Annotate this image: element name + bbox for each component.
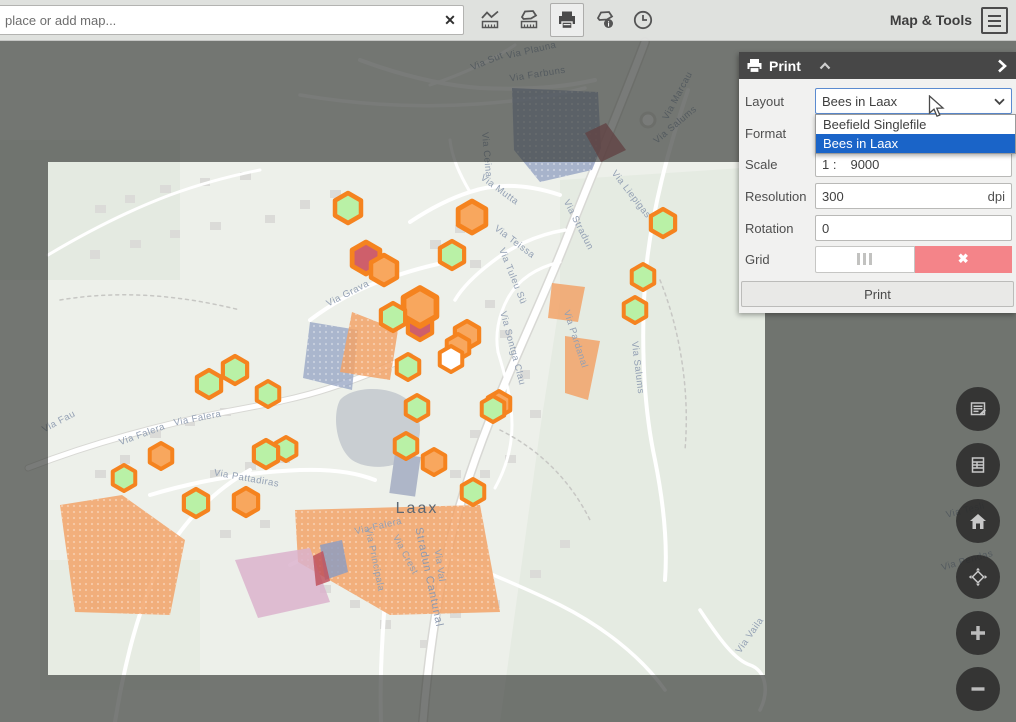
grid-label: Grid [745,252,815,267]
chevron-down-icon [994,98,1005,105]
rotation-input[interactable]: 0 [815,215,1012,241]
hex-marker-orange[interactable] [404,288,437,326]
hex-marker-orange[interactable] [234,488,258,516]
hex-marker-green[interactable] [381,303,405,331]
printer-icon [746,58,763,74]
scale-label: Scale [745,157,815,172]
document-list-button[interactable] [956,443,1000,487]
layout-option[interactable]: Beefield Singlefile [816,115,1015,134]
layout-dropdown: Beefield SinglefileBees in Laax [815,114,1016,154]
resolution-value: 300 [822,189,844,204]
grid-toggle[interactable]: ✖ [815,246,1012,273]
resolution-input[interactable]: 300 dpi [815,183,1012,209]
search-input[interactable] [0,13,437,28]
resolution-row: Resolution 300 dpi [745,183,1012,209]
hex-marker-green[interactable] [184,489,208,517]
scale-prefix: 1 : [822,157,836,172]
hex-marker-green[interactable] [462,479,485,505]
hex-marker-green[interactable] [197,370,221,398]
scale-row: Scale 1 : 9000 [745,151,1012,177]
rotation-label: Rotation [745,221,815,236]
format-label: Format [745,126,815,141]
hex-marker-orange[interactable] [150,443,173,469]
grid-toggle-on-segment[interactable] [815,246,915,273]
zoom-out-button[interactable] [956,667,1000,711]
panel-title: Print [769,58,801,74]
hex-marker-green[interactable] [254,440,278,468]
hex-marker-green[interactable] [113,465,136,491]
search-clear-button[interactable]: ✕ [437,7,463,33]
locate-button[interactable] [956,555,1000,599]
top-toolbar: ✕ [0,0,1016,41]
height-profile-icon[interactable] [474,3,508,37]
print-button[interactable]: Print [741,281,1014,307]
zoom-in-button[interactable] [956,611,1000,655]
hex-marker-green[interactable] [624,297,647,323]
layout-value: Bees in Laax [822,94,897,109]
search-box: ✕ [0,5,464,35]
toolbar-icons: i [474,3,660,37]
chevron-up-icon[interactable] [817,60,833,72]
hex-marker-green[interactable] [482,396,505,422]
hex-marker-green[interactable] [395,433,418,459]
hex-marker-green[interactable] [397,354,420,380]
scale-value: 9000 [850,157,879,172]
hex-marker-orange[interactable] [371,255,397,285]
layout-label: Layout [745,94,815,109]
measure-area-icon[interactable] [512,3,546,37]
menu-icon[interactable] [981,7,1008,34]
hex-marker-green[interactable] [440,241,464,269]
hex-marker-white[interactable] [440,346,463,372]
hex-marker-green[interactable] [406,395,429,421]
resolution-unit: dpi [988,189,1005,204]
hex-marker-green[interactable] [632,264,655,290]
layout-option[interactable]: Bees in Laax [816,134,1015,153]
print-icon[interactable] [550,3,584,37]
hex-marker-orange[interactable] [458,201,486,233]
scale-input[interactable]: 1 : 9000 [815,151,1012,177]
panel-close-icon[interactable] [988,59,1016,73]
region-info-icon[interactable]: i [588,3,622,37]
place-label: Laax [396,500,439,517]
hex-marker-green[interactable] [257,381,280,407]
layout-select[interactable]: Bees in Laax [815,88,1012,114]
grid-toggle-off-segment[interactable]: ✖ [915,246,1013,273]
notes-edit-button[interactable] [956,387,1000,431]
rotation-row: Rotation 0 [745,215,1012,241]
map-tools-label: Map & Tools [890,0,972,40]
hex-marker-orange[interactable] [423,449,446,475]
rotation-value: 0 [822,221,829,236]
home-button[interactable] [956,499,1000,543]
hex-marker-green[interactable] [651,209,675,237]
print-panel-header[interactable]: Print [739,52,1016,79]
svg-text:i: i [607,20,609,29]
grid-row: Grid ✖ [745,246,1012,272]
map-application: Via SutVia PlaunaVia FarbunsVia MarcauVi… [0,0,1016,722]
hex-marker-green[interactable] [223,356,247,384]
time-icon[interactable] [626,3,660,37]
hex-marker-green[interactable] [335,193,361,223]
layout-row: Layout Bees in Laax [745,88,1012,114]
print-panel: Print Layout Bees in Laax Format Beefiel… [739,52,1016,313]
resolution-label: Resolution [745,189,815,204]
